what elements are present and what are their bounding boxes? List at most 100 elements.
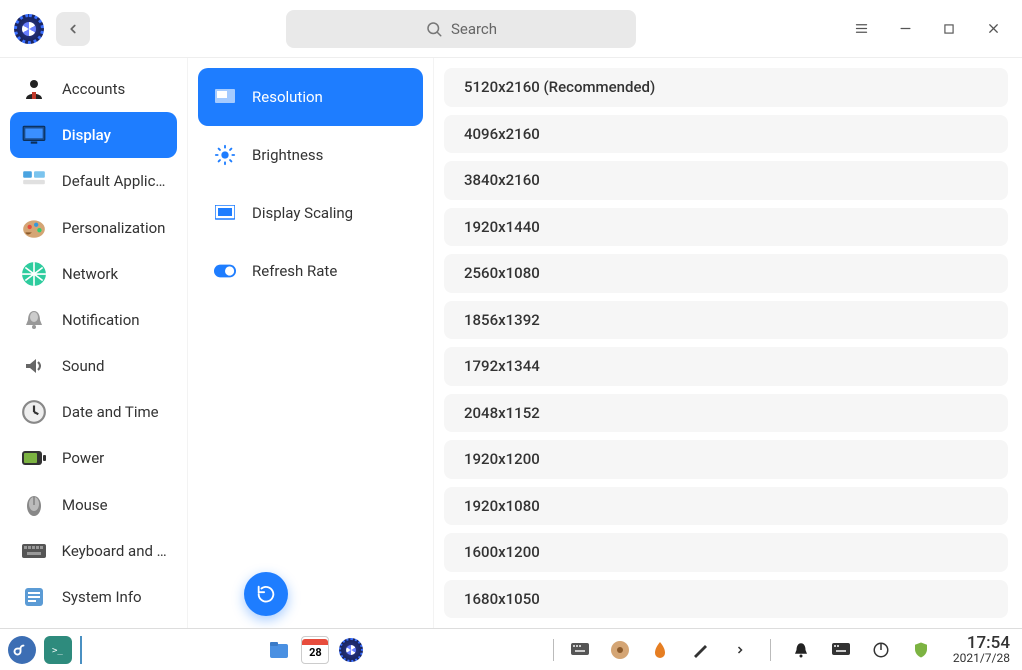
search-input[interactable]: Search [286,10,636,48]
taskbar-separator [553,639,554,661]
chevron-left-icon [66,22,80,36]
resolution-option[interactable]: 1920x1080 [444,487,1008,526]
mouse-icon [20,491,48,519]
battery-icon [20,444,48,472]
resolution-option[interactable]: 1680x1050 [444,580,1008,619]
flame-icon [651,641,669,659]
sidebar-item-personalization[interactable]: Personalization [10,205,177,251]
resolution-option[interactable]: 2560x1080 [444,254,1008,293]
close-icon [986,21,1001,36]
taskbar-start-button[interactable] [8,636,36,664]
search-placeholder-text: Search [451,20,497,38]
taskbar-settings[interactable] [337,636,365,664]
display-icon [20,121,48,149]
sidebar-item-sound[interactable]: Sound [10,343,177,389]
taskbar-files[interactable] [265,636,293,664]
taskbar-clock[interactable]: 17:54 2021/7/28 [953,634,1010,666]
taskbar-separator [770,639,771,661]
network-icon [20,260,48,288]
minimize-icon [898,21,913,36]
brightness-icon [214,144,236,166]
keyboard-layout-icon [832,643,850,657]
resolution-option[interactable]: 4096x2160 [444,115,1008,154]
close-button[interactable] [984,20,1002,38]
resolution-option[interactable]: 5120x2160 (Recommended) [444,68,1008,107]
rotate-icon [255,583,277,605]
resolution-list: 5120x2160 (Recommended) 4096x2160 3840x2… [434,58,1022,628]
subpanel-item-brightness[interactable]: Brightness [198,126,423,184]
app-icon [12,12,46,46]
titlebar: Search [0,0,1022,58]
sidebar-item-mouse[interactable]: Mouse [10,482,177,528]
chevron-right-icon [734,644,746,656]
sidebar-item-accounts[interactable]: Accounts [10,66,177,112]
maximize-button[interactable] [940,20,958,38]
hamburger-icon [854,21,869,36]
taskbar-terminal[interactable]: >_ [44,636,72,664]
fedora-icon [13,641,31,659]
search-icon [425,20,443,38]
shield-icon [912,641,930,659]
tray-app-1[interactable] [606,636,634,664]
tray-shield[interactable] [907,636,935,664]
window-controls [852,20,1002,38]
sidebar-item-notification[interactable]: Notification [10,297,177,343]
sidebar-item-default-apps[interactable]: Default Applic... [10,158,177,204]
sidebar-item-system-info[interactable]: System Info [10,574,177,620]
tray-keyboard-layout[interactable] [827,636,855,664]
subpanel-item-refresh-rate[interactable]: Refresh Rate [198,242,423,300]
tray-keyboard[interactable] [566,636,594,664]
resolution-option[interactable]: 1600x1200 [444,533,1008,572]
power-icon [872,641,890,659]
tray-notifications[interactable] [787,636,815,664]
subpanel-item-scaling[interactable]: Display Scaling [198,184,423,242]
subpanel-item-resolution[interactable]: Resolution [198,68,423,126]
tray-app-3[interactable] [686,636,714,664]
resolution-option[interactable]: 3840x2160 [444,161,1008,200]
display-subpanel: Resolution Brightness Display Scaling Re… [188,58,434,628]
resolution-option[interactable]: 1792x1344 [444,347,1008,386]
sidebar-item-power[interactable]: Power [10,435,177,481]
minimize-button[interactable] [896,20,914,38]
keyboard-tray-icon [571,643,589,657]
resolution-icon [214,86,236,108]
resolution-option[interactable]: 1856x1392 [444,301,1008,340]
keyboard-icon [20,537,48,565]
taskbar-calendar[interactable]: 28 [301,636,329,664]
menu-button[interactable] [852,20,870,38]
svg-text:>_: >_ [52,646,63,656]
resolution-option[interactable]: 1920x1440 [444,208,1008,247]
tray-power[interactable] [867,636,895,664]
back-button[interactable] [56,12,90,46]
sound-icon [20,352,48,380]
rotate-fab-button[interactable] [244,572,288,616]
disk-icon [610,640,630,660]
tray-app-2[interactable] [646,636,674,664]
main-content: Accounts Display Default Applic... Perso… [0,58,1022,628]
bell-tray-icon [792,641,810,659]
maximize-icon [942,22,956,36]
resolution-option[interactable]: 2048x1152 [444,394,1008,433]
settings-gear-icon [339,638,363,662]
taskbar-active-indicator [80,636,82,664]
bell-icon [20,306,48,334]
sidebar: Accounts Display Default Applic... Perso… [0,58,188,628]
palette-icon [20,214,48,242]
brush-icon [691,641,709,659]
person-icon [20,75,48,103]
files-icon [267,638,291,662]
sidebar-item-keyboard[interactable]: Keyboard and ... [10,528,177,574]
clock-icon [20,398,48,426]
resolution-option[interactable]: 1920x1200 [444,440,1008,479]
sidebar-item-datetime[interactable]: Date and Time [10,389,177,435]
scaling-icon [214,202,236,224]
terminal-icon: >_ [49,643,67,657]
apps-icon [20,167,48,195]
calendar-day: 28 [309,645,322,660]
info-icon [20,583,48,611]
sidebar-item-network[interactable]: Network [10,251,177,297]
toggle-icon [214,260,236,282]
tray-expand[interactable] [726,636,754,664]
sidebar-item-display[interactable]: Display [10,112,177,158]
taskbar: >_ 28 17:54 2021/7/28 [0,628,1022,670]
